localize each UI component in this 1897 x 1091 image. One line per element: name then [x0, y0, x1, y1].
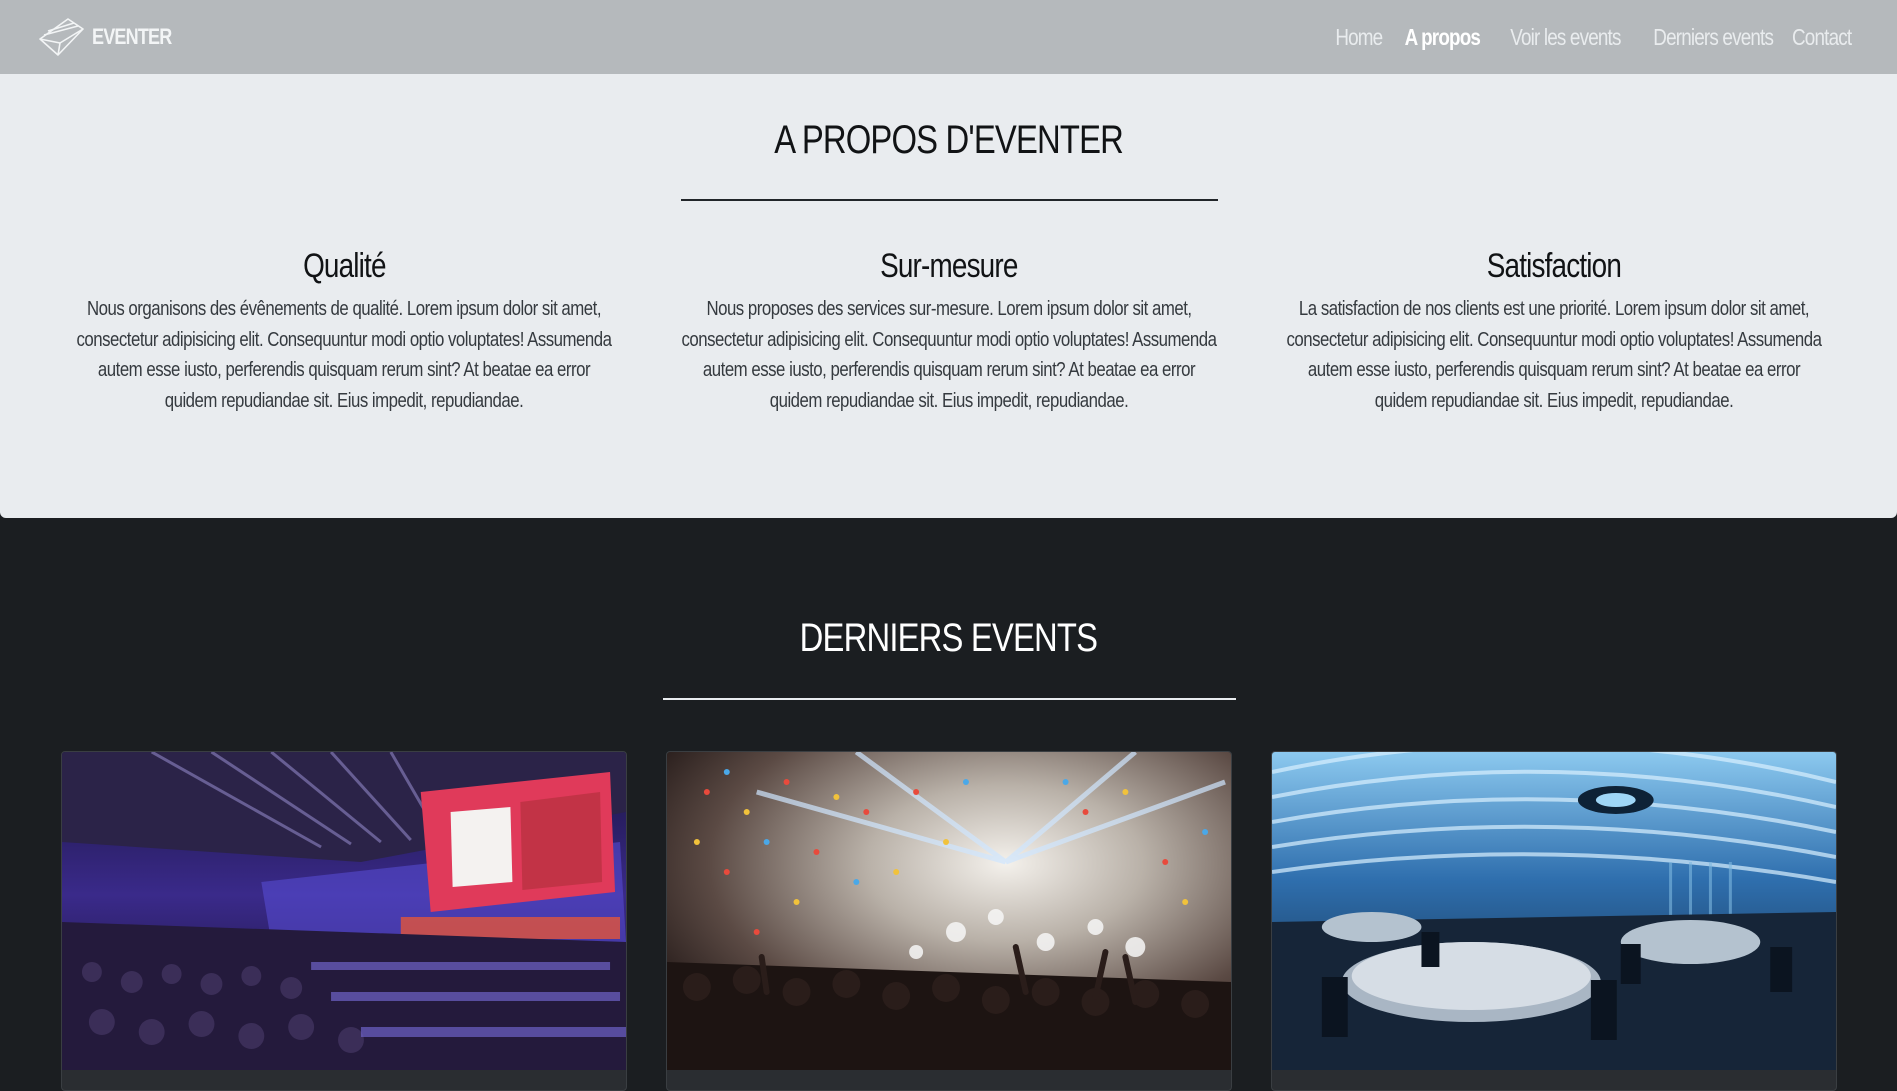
feature-title: Satisfaction: [1486, 247, 1622, 285]
event-card[interactable]: [1271, 751, 1837, 1091]
conference-hall-photo: [62, 752, 626, 1070]
navbar: EVENTER Home A propos Voir les events De…: [0, 0, 1897, 74]
concert-confetti-photo: [667, 752, 1231, 1070]
about-title: A PROPOS D'EVENTER: [774, 118, 1124, 162]
restaurant-interior-photo: [1272, 752, 1836, 1070]
feature-title: Sur-mesure: [880, 247, 1018, 285]
feature-satisfaction: Satisfaction La satisfaction de nos clie…: [1284, 247, 1824, 416]
about-divider: [681, 199, 1218, 201]
feature-text: Nous organisons des évênements de qualit…: [76, 297, 612, 412]
feature-text: Nous proposes des services sur-mesure. L…: [681, 297, 1217, 412]
feature-qualite: Qualité Nous organisons des évênements d…: [74, 247, 614, 416]
logo-mark-icon: [38, 17, 84, 57]
nav-derniers-events[interactable]: Derniers events: [1653, 24, 1774, 51]
event-card[interactable]: [666, 751, 1232, 1091]
feature-text: La satisfaction de nos clients est une p…: [1286, 297, 1822, 412]
brand-link[interactable]: EVENTER: [38, 17, 189, 57]
event-card[interactable]: [61, 751, 627, 1091]
events-title: DERNIERS EVENTS: [799, 616, 1098, 660]
feature-title: Qualité: [302, 247, 386, 285]
nav-voir-les-events[interactable]: Voir les events: [1510, 24, 1621, 51]
events-section: DERNIERS EVENTS: [0, 518, 1897, 1091]
events-divider: [663, 698, 1236, 700]
feature-sur-mesure: Sur-mesure Nous proposes des services su…: [679, 247, 1219, 416]
nav-home[interactable]: Home: [1335, 24, 1383, 51]
nav-contact[interactable]: Contact: [1792, 24, 1852, 51]
brand-name: EVENTER: [92, 24, 172, 49]
about-section: A PROPOS D'EVENTER Qualité Nous organiso…: [0, 74, 1897, 518]
nav-a-propos[interactable]: A propos: [1405, 24, 1481, 51]
nav-links: Home A propos Voir les events Derniers e…: [1335, 24, 1852, 51]
